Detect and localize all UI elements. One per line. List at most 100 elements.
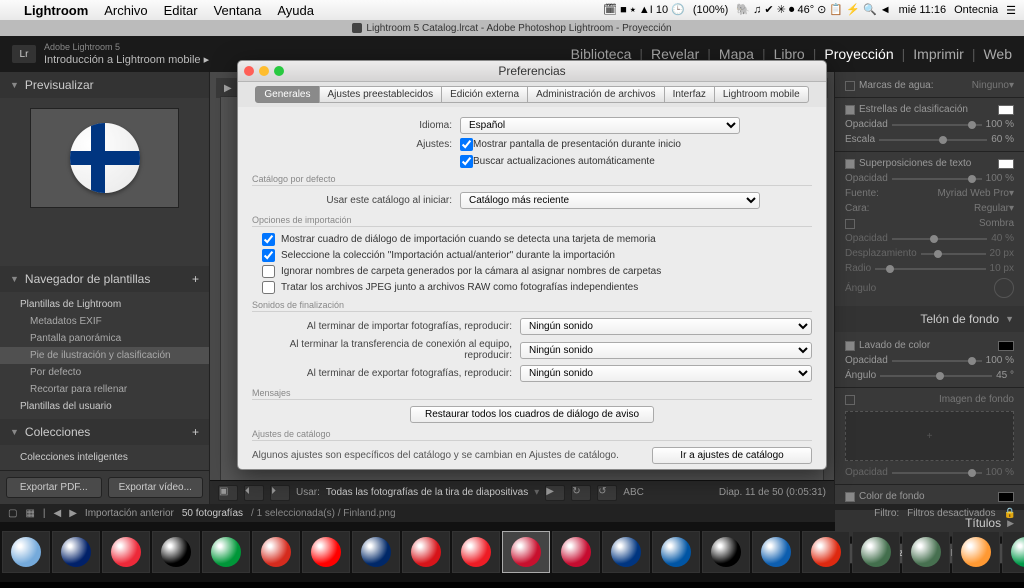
preview-thumbnail[interactable] <box>30 108 179 208</box>
zoom-icon[interactable] <box>274 66 284 76</box>
template-browser-header[interactable]: ▼Navegador de plantillas+ <box>0 266 209 292</box>
import-detect-checkbox[interactable] <box>262 233 275 246</box>
sound-tether-dropdown[interactable]: Ningún sonido <box>520 342 812 359</box>
filmstrip-thumb[interactable] <box>552 531 600 573</box>
filmstrip-source[interactable]: Importación anterior <box>85 508 174 519</box>
menu-editar[interactable]: Editar <box>164 3 198 18</box>
lightroom-mobile-link[interactable]: Introducción a Lightroom mobile ▸ <box>44 54 209 67</box>
export-video-button[interactable]: Exportar vídeo... <box>108 477 204 498</box>
app-menu[interactable]: Lightroom <box>24 3 88 18</box>
filter-dropdown[interactable]: Filtros desactivados <box>907 508 995 519</box>
close-icon[interactable] <box>244 66 254 76</box>
tab-file-handling[interactable]: Administración de archivos <box>527 86 665 103</box>
bg-color-checkbox[interactable] <box>845 492 855 502</box>
filmstrip-nav-next[interactable]: ▶ <box>69 508 77 519</box>
filmstrip-thumb[interactable] <box>202 531 250 573</box>
abc-label[interactable]: ABC <box>623 487 644 498</box>
tab-generales[interactable]: Generales <box>255 86 319 103</box>
tpl-caption-rating[interactable]: Pie de ilustración y clasificación <box>0 347 209 364</box>
second-monitor-icon[interactable]: ▢ <box>8 508 17 519</box>
filmstrip-thumb[interactable] <box>252 531 300 573</box>
spotlight-icon[interactable]: ☰ <box>1006 4 1016 17</box>
filmstrip-thumb[interactable] <box>302 531 350 573</box>
default-catalog-dropdown[interactable]: Catálogo más reciente <box>460 192 760 209</box>
stars-checkbox[interactable] <box>845 105 855 115</box>
filmstrip[interactable] <box>0 522 1024 582</box>
dialog-titlebar[interactable]: Preferencias <box>238 61 826 82</box>
use-dropdown[interactable]: Todas las fotografías de la tira de diap… <box>326 487 528 498</box>
preview-header[interactable]: ▼Previsualizar <box>0 72 209 98</box>
sound-import-dropdown[interactable]: Ningún sonido <box>520 318 812 335</box>
module-imprimir[interactable]: Imprimir <box>913 46 964 62</box>
wash-color-swatch[interactable] <box>998 341 1014 351</box>
module-web[interactable]: Web <box>983 46 1012 62</box>
bg-image-drop[interactable]: + <box>845 411 1014 461</box>
filmstrip-thumb[interactable] <box>1002 531 1024 573</box>
filmstrip-thumb[interactable] <box>652 531 700 573</box>
wash-angle-slider[interactable] <box>880 375 992 377</box>
tpl-exif[interactable]: Metadatos EXIF <box>0 313 209 330</box>
export-pdf-button[interactable]: Exportar PDF... <box>6 477 102 498</box>
filmstrip-thumb[interactable] <box>102 531 150 573</box>
stop-button[interactable]: ▣ <box>218 485 238 501</box>
tab-interface[interactable]: Interfaz <box>664 86 715 103</box>
filmstrip-thumb[interactable] <box>402 531 450 573</box>
tpl-crop-fill[interactable]: Recortar para rellenar <box>0 381 209 398</box>
restore-dialogs-button[interactable]: Restaurar todos los cuadros de diálogo d… <box>410 406 654 423</box>
collections-header[interactable]: ▼Colecciones+ <box>0 419 209 445</box>
language-dropdown[interactable]: Español <box>460 117 740 134</box>
wash-opacity-slider[interactable] <box>892 360 982 362</box>
filter-lock-icon[interactable]: 🔒 <box>1004 508 1016 519</box>
filmstrip-nav-prev[interactable]: ◀ <box>54 508 62 519</box>
filmstrip-thumb[interactable] <box>952 531 1000 573</box>
tab-lightroom-mobile[interactable]: Lightroom mobile <box>714 86 809 103</box>
grid-view-icon[interactable]: ▦ <box>25 508 34 519</box>
tpl-panoramic[interactable]: Pantalla panorámica <box>0 330 209 347</box>
menu-ventana[interactable]: Ventana <box>214 3 262 18</box>
filmstrip-thumb[interactable] <box>152 531 200 573</box>
filmstrip-thumb[interactable] <box>752 531 800 573</box>
rotate-ccw-button[interactable]: ↺ <box>597 485 617 501</box>
stars-opacity-slider[interactable] <box>892 124 982 126</box>
bg-color-swatch[interactable] <box>998 492 1014 502</box>
import-collection-checkbox[interactable] <box>262 249 275 262</box>
play-button[interactable]: ▶ <box>545 485 565 501</box>
filmstrip-thumb[interactable] <box>452 531 500 573</box>
smart-collections[interactable]: Colecciones inteligentes <box>0 449 209 466</box>
menu-archivo[interactable]: Archivo <box>104 3 147 18</box>
watermark-checkbox[interactable] <box>845 81 855 91</box>
prev-button[interactable]: ⏴ <box>244 485 264 501</box>
filmstrip-thumb[interactable] <box>2 531 50 573</box>
stars-color-swatch[interactable] <box>998 105 1014 115</box>
module-proyeccion[interactable]: Proyección <box>824 46 893 62</box>
import-ignore-folders-checkbox[interactable] <box>262 265 275 278</box>
tpl-folder-lightroom[interactable]: Plantillas de Lightroom <box>0 296 209 313</box>
color-wash-checkbox[interactable] <box>845 341 855 351</box>
tab-presets[interactable]: Ajustes preestablecidos <box>319 86 443 103</box>
menu-ayuda[interactable]: Ayuda <box>277 3 314 18</box>
rotate-button[interactable]: ↻ <box>571 485 591 501</box>
filmstrip-thumb[interactable] <box>602 531 650 573</box>
tab-external-edit[interactable]: Edición externa <box>441 86 528 103</box>
catalog-settings-button[interactable]: Ir a ajustes de catálogo <box>652 447 812 464</box>
sound-export-dropdown[interactable]: Ningún sonido <box>520 365 812 382</box>
text-color-swatch[interactable] <box>998 159 1014 169</box>
filmstrip-thumb[interactable] <box>902 531 950 573</box>
bg-image-checkbox[interactable] <box>845 395 855 405</box>
import-jpeg-raw-checkbox[interactable] <box>262 281 275 294</box>
splash-checkbox[interactable] <box>460 138 473 151</box>
text-overlay-checkbox[interactable] <box>845 159 855 169</box>
filmstrip-thumb[interactable] <box>802 531 850 573</box>
filmstrip-thumb[interactable] <box>52 531 100 573</box>
updates-checkbox[interactable] <box>460 155 473 168</box>
minimize-icon[interactable] <box>259 66 269 76</box>
next-button[interactable]: ⏵ <box>270 485 290 501</box>
backdrop-header[interactable]: Telón de fondo▼ <box>835 306 1024 332</box>
tpl-folder-user[interactable]: Plantillas del usuario <box>0 398 209 415</box>
filmstrip-thumb[interactable] <box>702 531 750 573</box>
stars-scale-slider[interactable] <box>879 139 987 141</box>
filmstrip-thumb[interactable] <box>352 531 400 573</box>
filmstrip-thumb[interactable] <box>502 531 550 573</box>
filmstrip-thumb[interactable] <box>852 531 900 573</box>
tpl-default[interactable]: Por defecto <box>0 364 209 381</box>
